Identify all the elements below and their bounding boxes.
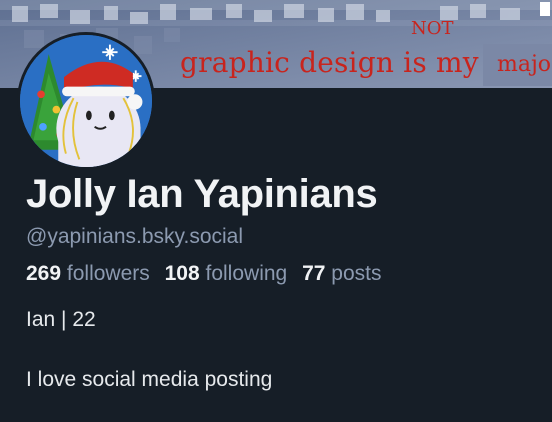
following-label: following [205,262,288,285]
avatar[interactable] [17,32,155,170]
followers-stat[interactable]: 269 followers [26,262,150,285]
avatar-image [20,35,152,167]
banner-cut-block: majo [483,44,552,86]
followers-label: followers [66,262,150,285]
profile-stats: 269 followers 108 following 77 posts [26,262,390,286]
following-stat[interactable]: 108 following [165,262,288,285]
posts-count: 77 [302,262,326,285]
posts-label: posts [331,262,382,285]
handle[interactable]: @yapinians.bsky.social [26,225,243,249]
posts-stat: 77 posts [302,262,381,285]
followers-count: 269 [26,262,62,285]
banner-inserted-word: NOT [411,18,454,39]
display-name: Jolly Ian Yapinians [26,172,378,216]
bio-line-2: I love social media posting [26,368,273,391]
banner-cut-word: majo [497,52,552,77]
bio-line-1: Ian | 22 [26,308,96,331]
banner-caption: graphic design is my [180,46,479,79]
following-count: 108 [164,262,200,285]
